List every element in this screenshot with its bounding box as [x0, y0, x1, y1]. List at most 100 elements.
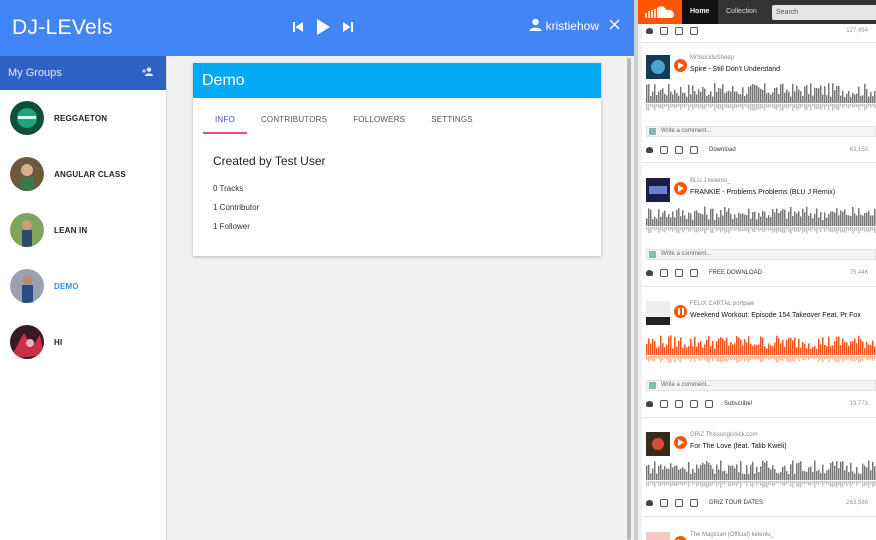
uploader-name[interactable]: FELIX CARTAL [690, 301, 731, 307]
play-count: 63,150 [849, 147, 868, 153]
add-group-icon[interactable] [142, 67, 154, 79]
scrollbar[interactable] [627, 58, 631, 540]
like-icon[interactable] [646, 401, 653, 407]
play-count: 13,773 [849, 401, 868, 407]
play-button-icon[interactable] [674, 59, 687, 72]
share-icon[interactable] [690, 146, 698, 154]
track-action-label[interactable]: Subscribe! [724, 401, 752, 407]
group-item-hi[interactable]: HI [0, 314, 166, 370]
comment-input[interactable]: Write a comment... [646, 380, 876, 391]
add-to-next-icon[interactable] [675, 146, 683, 154]
comment-input[interactable]: Write a comment... [646, 249, 876, 260]
group-item-demo[interactable]: DEMO [0, 258, 166, 314]
nav-collection[interactable]: Collection [717, 0, 765, 24]
soundcloud-logo-icon[interactable] [638, 0, 682, 24]
uploader-name[interactable]: The Magician (Official) [690, 532, 750, 538]
group-item-reggaeton[interactable]: REGGAETON [0, 90, 166, 146]
track-action-label[interactable]: GRIZ TOUR DATES [709, 500, 763, 506]
track-uploader[interactable]: GRiZ Thissongissick.com [690, 432, 758, 438]
top-app-bar: DJ-LEVels kristiehow [0, 0, 634, 56]
share-icon[interactable] [690, 499, 698, 507]
group-avatar [10, 325, 44, 359]
main-content: Demo INFO CONTRIBUTORS FOLLOWERS SETTING… [167, 56, 634, 540]
repost-icon[interactable] [660, 499, 668, 507]
repost-icon[interactable] [660, 400, 668, 408]
divider [642, 286, 876, 287]
tab-followers[interactable]: FOLLOWERS [341, 115, 417, 134]
previous-track-icon[interactable] [292, 21, 304, 33]
waveform[interactable] [646, 460, 876, 490]
track-action-label[interactable]: FREE DOWNLOAD [709, 270, 762, 276]
pause-button-icon[interactable] [674, 305, 687, 318]
group-label: DEMO [54, 281, 79, 291]
reposted-by[interactable]: kelenlu_ [708, 178, 730, 184]
track-action-label[interactable]: Download [709, 147, 736, 153]
play-icon[interactable] [316, 19, 330, 35]
comment-input[interactable]: Write a comment... [646, 126, 876, 137]
track-uploader[interactable]: The Magician (Official) kelenlu_ [690, 532, 774, 538]
share-icon[interactable] [690, 269, 698, 277]
like-icon[interactable] [646, 147, 653, 153]
tab-contributors[interactable]: CONTRIBUTORS [249, 115, 339, 134]
share-icon[interactable] [690, 27, 698, 35]
stream-feed: 127,454 MrSuicideSheep Spire - Still Don… [642, 24, 876, 540]
track-artwork[interactable] [646, 178, 670, 202]
group-label: REGGAETON [54, 113, 108, 123]
tab-info[interactable]: INFO [203, 115, 247, 134]
comment-placeholder: Write a comment... [661, 128, 712, 134]
reposted-by[interactable]: portpaw [733, 301, 754, 307]
track-uploader[interactable]: BLU J kelenlu_ [690, 178, 730, 184]
group-tabs: INFO CONTRIBUTORS FOLLOWERS SETTINGS [203, 115, 487, 134]
group-label: HI [54, 337, 63, 347]
add-to-next-icon[interactable] [675, 269, 683, 277]
group-item-lean-in[interactable]: LEAN IN [0, 202, 166, 258]
track-artwork[interactable] [646, 55, 670, 79]
reposted-by[interactable]: Thissongissick.com [706, 432, 758, 438]
like-icon[interactable] [646, 270, 653, 276]
share-icon[interactable] [690, 400, 698, 408]
repost-icon[interactable] [660, 146, 668, 154]
search-input[interactable]: Search [772, 5, 876, 20]
close-icon[interactable] [609, 19, 620, 33]
divider [642, 516, 876, 517]
add-to-next-icon[interactable] [675, 27, 683, 35]
track-title[interactable]: Spire - Still Don't Understand [690, 65, 876, 74]
group-item-angular-class[interactable]: ANGULAR CLASS [0, 146, 166, 202]
user-name: kristiehow [545, 19, 599, 33]
track-title[interactable]: For The Love (feat. Talib Kweli) [690, 442, 876, 451]
followers-count: 1 Follower [213, 222, 250, 231]
user-menu[interactable]: kristiehow [529, 18, 620, 34]
play-button-icon[interactable] [674, 182, 687, 195]
waveform-playing[interactable] [646, 335, 876, 365]
comment-placeholder: Write a comment... [661, 382, 712, 388]
waveform[interactable] [646, 206, 876, 236]
track-uploader[interactable]: FELIX CARTAL portpaw [690, 301, 754, 307]
add-to-next-icon[interactable] [675, 499, 683, 507]
play-button-icon[interactable] [674, 436, 687, 449]
waveform[interactable] [646, 83, 876, 113]
track-title[interactable]: FRANKIE - Problems Problems (BLU J Remix… [690, 188, 876, 197]
track-artwork[interactable] [646, 432, 670, 456]
tab-settings[interactable]: SETTINGS [419, 115, 485, 134]
download-icon[interactable] [705, 400, 713, 408]
tracks-count: 0 Tracks [213, 184, 244, 193]
like-icon[interactable] [646, 500, 653, 506]
play-button-icon[interactable] [674, 536, 687, 540]
add-to-next-icon[interactable] [675, 400, 683, 408]
uploader-name[interactable]: BLU J [690, 178, 706, 184]
track-title[interactable]: Weekend Workout: Episode 154 Takeover Fe… [690, 311, 876, 320]
group-avatar [10, 101, 44, 135]
uploader-name[interactable]: GRiZ [690, 432, 704, 438]
like-icon[interactable] [646, 28, 653, 34]
nav-home[interactable]: Home [682, 0, 718, 24]
next-track-icon[interactable] [342, 21, 354, 33]
track-artwork[interactable] [646, 532, 670, 540]
play-count: 263,586 [846, 500, 868, 506]
repost-icon[interactable] [660, 269, 668, 277]
play-count: 127,454 [846, 28, 868, 34]
reposted-by[interactable]: kelenlu_ [752, 532, 774, 538]
track-uploader[interactable]: MrSuicideSheep [690, 55, 734, 61]
repost-icon[interactable] [660, 27, 668, 35]
group-label: LEAN IN [54, 225, 88, 235]
track-artwork[interactable] [646, 301, 670, 325]
